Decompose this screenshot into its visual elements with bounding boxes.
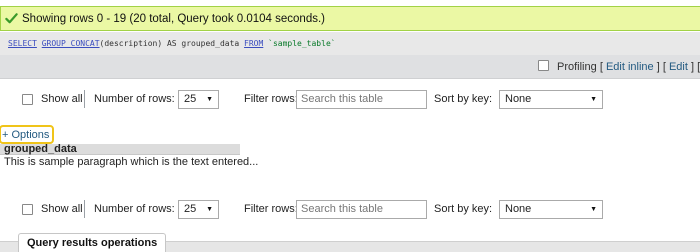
options-toggle[interactable]: + Options [0,125,54,144]
bracket: ] [ [656,61,666,73]
filter-rows-input[interactable]: Search this table [296,199,427,219]
profiling-controls: Profiling [ Edit inline ] [ Edit ] [ Ex [538,60,700,73]
edit-link[interactable]: Edit [669,61,688,73]
success-banner: Showing rows 0 - 19 (20 total, Query too… [0,6,700,31]
table-navigation-bottom: Show all Number of rows: 25 ▼ Filter row… [0,198,700,220]
divider [84,200,85,218]
num-rows-label: Number of rows: [94,203,175,215]
check-icon [5,13,18,24]
filter-rows-input[interactable]: Search this table [296,89,427,109]
profiling-label: Profiling [557,61,597,73]
query-results-operations-tab[interactable]: Query results operations [18,233,167,252]
filter-rows-label: Filter rows: [244,93,298,105]
show-all-checkbox[interactable] [22,93,33,105]
num-rows-select[interactable]: 25 ▼ [178,199,219,219]
sql-keyword-from[interactable]: FROM [244,39,263,48]
dropdown-arrow-icon: ▼ [590,205,597,213]
bracket: [ [599,61,603,73]
sql-keyword-select[interactable]: SELECT [8,39,37,48]
dropdown-arrow-icon: ▼ [206,95,213,103]
profiling-checkbox[interactable] [538,60,549,71]
sort-by-key-value: None [505,93,532,105]
dropdown-arrow-icon: ▼ [590,95,597,103]
sort-by-key-select[interactable]: None ▼ [499,199,603,219]
show-all-label: Show all [41,93,83,105]
profiling-bar: Profiling [ Edit inline ] [ Edit ] [ Ex [0,55,700,79]
num-rows-value: 25 [184,93,197,105]
result-cell: This is sample paragraph which is the te… [4,156,259,168]
show-all-control[interactable]: Show all [22,88,83,110]
banner-message: Showing rows 0 - 19 (20 total, Query too… [22,12,325,25]
filter-rows-label: Filter rows: [244,203,298,215]
bracket: ] [ [690,61,700,73]
show-all-checkbox[interactable] [22,203,33,215]
sort-by-key-select[interactable]: None ▼ [499,89,603,109]
sort-by-key-label: Sort by key: [434,203,493,215]
sort-by-key-value: None [505,203,532,215]
show-all-label: Show all [41,203,83,215]
dropdown-arrow-icon: ▼ [206,205,213,213]
sql-expression: (description) AS grouped_data [99,39,240,48]
num-rows-value: 25 [184,203,197,215]
num-rows-select[interactable]: 25 ▼ [178,89,219,109]
num-rows-label: Number of rows: [94,93,175,105]
divider [84,90,85,108]
column-header-grouped-data[interactable]: grouped_data [0,144,240,155]
sql-table-name: `sample_table` [268,39,336,48]
sort-by-key-label: Sort by key: [434,93,493,105]
table-navigation-top: Show all Number of rows: 25 ▼ Filter row… [0,88,700,110]
sql-query: SELECT GROUP_CONCAT (description) AS grou… [0,32,700,55]
sql-function[interactable]: GROUP_CONCAT [42,39,100,48]
show-all-control[interactable]: Show all [22,198,83,220]
edit-inline-link[interactable]: Edit inline [606,61,654,73]
